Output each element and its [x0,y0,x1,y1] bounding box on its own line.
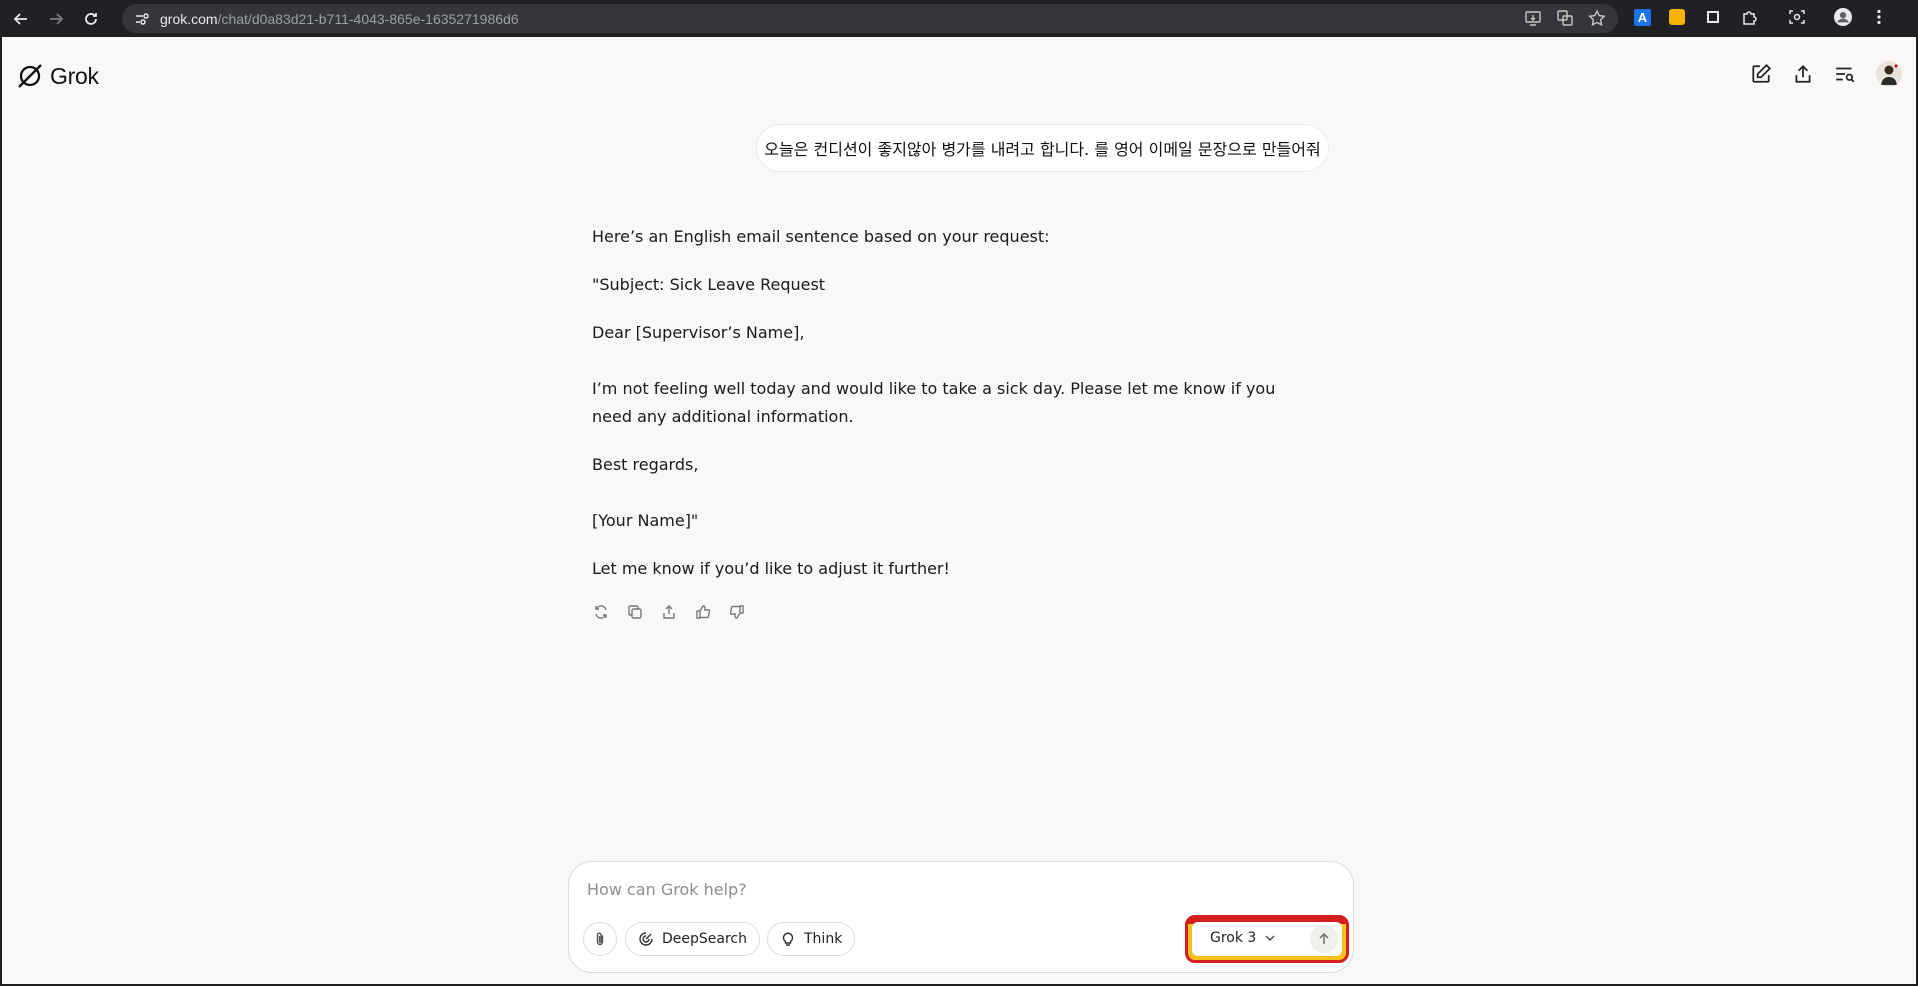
attach-icon[interactable] [583,922,617,956]
site-info-icon[interactable] [134,11,150,27]
profile-icon[interactable] [1833,7,1853,27]
think-button[interactable]: Think [767,922,856,956]
copy-icon[interactable] [625,602,645,622]
url-host: grok.com [160,10,218,27]
forward-icon[interactable] [42,5,70,33]
history-search-icon[interactable] [1834,63,1856,85]
chevron-down-icon [1265,935,1275,941]
message-actions [591,602,747,622]
regenerate-icon[interactable] [591,602,611,622]
logo-text: Grok [50,62,99,89]
chat-composer: DeepSearch Think Grok 3 [568,861,1354,973]
prompt-input[interactable] [587,876,1287,902]
grok-logo[interactable]: Grok [16,62,99,90]
deepsearch-button[interactable]: DeepSearch [625,922,760,956]
grok-page: Grok 오늘은 컨디션이 좋지않아 병가를 내려고 합니다. 를 영어 이메일… [2,37,1916,984]
answer-paragraph: Dear [Supervisor’s Name], [592,323,805,342]
reload-icon[interactable] [77,5,105,33]
highlighted-model-area: Grok 3 [1185,915,1349,963]
answer-paragraph: I’m not feeling well today and would lik… [592,379,1276,426]
arrow-up-icon [1319,932,1329,944]
translate-extension-icon[interactable]: A [1634,8,1651,26]
user-avatar[interactable] [1876,61,1902,87]
extensions-puzzle-icon[interactable] [1739,7,1759,27]
grok-logo-icon [18,64,42,88]
screenshot-icon[interactable] [1787,7,1807,27]
answer-paragraph: Let me know if you’d like to adjust it f… [592,559,950,578]
url-text: grok.com/chat/d0a83d21-b711-4043-865e-16… [160,11,519,27]
think-label: Think [804,931,843,947]
notes-extension-icon[interactable] [1667,7,1687,27]
send-button[interactable] [1310,925,1338,953]
back-icon[interactable] [7,5,35,33]
url-path: /chat/d0a83d21-b711-4043-865e-1635271986… [217,10,519,27]
address-bar[interactable]: grok.com/chat/d0a83d21-b711-4043-865e-16… [122,4,1618,33]
bookmark-star-icon[interactable] [1588,9,1606,32]
share-message-icon[interactable] [659,602,679,622]
install-app-icon[interactable] [1524,9,1542,32]
model-label: Grok 3 [1210,930,1257,946]
square-extension-icon[interactable] [1703,7,1723,27]
share-icon[interactable] [1792,63,1814,85]
lightbulb-icon [782,932,794,946]
thumbs-down-icon[interactable] [727,602,747,622]
model-selector[interactable]: Grok 3 [1210,930,1276,946]
deepsearch-label: DeepSearch [662,931,747,947]
translate-icon[interactable] [1556,9,1574,32]
deepsearch-icon [639,932,653,946]
browser-toolbar: grok.com/chat/d0a83d21-b711-4043-865e-16… [0,0,1918,37]
browser-menu-icon[interactable] [1869,7,1889,27]
answer-paragraph: "Subject: Sick Leave Request [592,275,826,294]
new-chat-icon[interactable] [1750,63,1772,85]
user-message: 오늘은 컨디션이 좋지않아 병가를 내려고 합니다. 를 영어 이메일 문장으로… [756,124,1329,172]
thumbs-up-icon[interactable] [693,602,713,622]
answer-paragraph: Best regards, [592,455,699,474]
answer-paragraph: Here’s an English email sentence based o… [592,227,1050,246]
answer-paragraph: [Your Name]" [592,511,699,530]
